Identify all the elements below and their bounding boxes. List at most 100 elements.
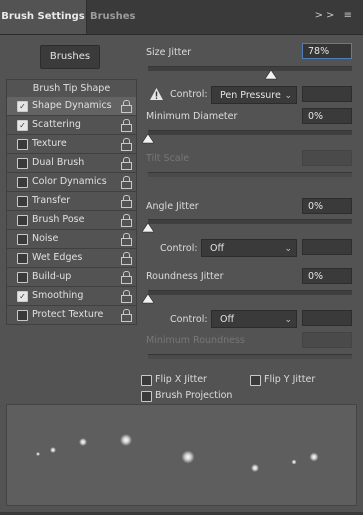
section-checkbox[interactable] xyxy=(17,158,28,169)
control-label-3: Control: xyxy=(170,314,208,325)
lock-icon[interactable] xyxy=(121,138,132,151)
section-label: Wet Edges xyxy=(32,252,83,263)
brush-stroke-preview xyxy=(6,404,357,506)
section-checkbox[interactable] xyxy=(17,234,28,245)
section-label: Noise xyxy=(32,233,59,244)
section-item-texture[interactable]: Texture xyxy=(6,135,137,154)
control-1-extra-field[interactable] xyxy=(302,86,352,102)
lock-icon[interactable] xyxy=(121,119,132,132)
minimum-diameter-input[interactable]: 0% xyxy=(302,108,352,124)
control-select-2-value: Off xyxy=(210,243,225,254)
section-item-noise[interactable]: Noise xyxy=(6,230,137,249)
section-item-shape-dynamics[interactable]: ✓ Shape Dynamics xyxy=(6,97,137,116)
section-label: Dual Brush xyxy=(32,157,85,168)
lock-icon[interactable] xyxy=(121,176,132,189)
roundness-jitter-label: Roundness Jitter xyxy=(146,271,224,282)
angle-jitter-input[interactable]: 0% xyxy=(302,198,352,214)
lock-icon[interactable] xyxy=(121,233,132,246)
tilt-scale-label: Tilt Scale xyxy=(146,153,190,164)
minimum-roundness-label: Minimum Roundness xyxy=(146,335,245,346)
control-3-extra-field[interactable] xyxy=(302,310,352,326)
minimum-roundness-input xyxy=(302,332,352,348)
preview-canvas xyxy=(36,434,319,472)
brush-dot xyxy=(50,447,56,453)
section-checkbox[interactable] xyxy=(17,215,28,226)
section-item-scattering[interactable]: ✓ Scattering xyxy=(6,116,137,135)
panel-controls: >> ≡ xyxy=(315,10,355,21)
lock-icon[interactable] xyxy=(121,195,132,208)
lock-icon[interactable] xyxy=(121,100,132,113)
section-label: Shape Dynamics xyxy=(32,100,112,111)
lock-icon[interactable] xyxy=(121,271,132,284)
brushes-button[interactable]: Brushes xyxy=(40,45,100,69)
control-select-3[interactable]: Off ⌄ xyxy=(211,310,297,328)
size-jitter-input[interactable]: 78% xyxy=(302,43,352,59)
section-label: Protect Texture xyxy=(32,309,104,320)
tab-brushes[interactable]: Brushes xyxy=(90,0,135,34)
section-item-build-up[interactable]: Build-up xyxy=(6,268,137,287)
brush-dot xyxy=(36,452,40,456)
section-item-smoothing[interactable]: ✓ Smoothing xyxy=(6,287,137,306)
roundness-jitter-input[interactable]: 0% xyxy=(302,268,352,284)
lock-icon[interactable] xyxy=(121,252,132,265)
brush-dot xyxy=(181,450,195,464)
section-checkbox[interactable]: ✓ xyxy=(17,101,28,112)
section-item-dual-brush[interactable]: Dual Brush xyxy=(6,154,137,173)
section-label: Build-up xyxy=(32,271,72,282)
menu-icon[interactable]: ≡ xyxy=(344,10,355,21)
control-label-2: Control: xyxy=(160,243,198,254)
section-item-brush-pose[interactable]: Brush Pose xyxy=(6,211,137,230)
brush-projection-label: Brush Projection xyxy=(155,390,233,401)
section-label: Transfer xyxy=(32,195,71,206)
minimum-diameter-label: Minimum Diameter xyxy=(146,111,238,122)
lock-icon[interactable] xyxy=(121,290,132,303)
lock-icon[interactable] xyxy=(121,214,132,227)
roundness-jitter-slider[interactable] xyxy=(148,290,352,295)
tilt-scale-slider xyxy=(148,172,352,177)
section-checkbox[interactable] xyxy=(17,310,28,321)
chevron-down-icon: ⌄ xyxy=(284,244,292,254)
brush-dot xyxy=(251,464,259,472)
section-checkbox[interactable] xyxy=(17,139,28,150)
brush-dot xyxy=(291,459,297,465)
control-select-2[interactable]: Off ⌄ xyxy=(201,239,297,257)
section-checkbox[interactable] xyxy=(17,272,28,283)
flip-x-checkbox[interactable] xyxy=(141,375,152,386)
chevron-down-icon: ⌄ xyxy=(284,315,292,325)
control-label-1: Control: xyxy=(170,89,208,100)
section-checkbox[interactable]: ✓ xyxy=(17,120,28,131)
control-select-1[interactable]: Pen Pressure ⌄ xyxy=(211,86,297,104)
brush-dot xyxy=(120,434,132,446)
section-checkbox[interactable] xyxy=(17,253,28,264)
section-checkbox[interactable] xyxy=(17,196,28,207)
flip-x-label: Flip X Jitter xyxy=(155,374,207,385)
chevron-down-icon: ⌄ xyxy=(284,91,292,101)
section-item-color-dynamics[interactable]: Color Dynamics xyxy=(6,173,137,192)
section-item-protect-texture[interactable]: Protect Texture xyxy=(6,306,137,325)
brush-dot xyxy=(309,452,319,462)
flip-y-checkbox[interactable] xyxy=(250,375,261,386)
tab-brush-settings[interactable]: Brush Settings xyxy=(0,0,87,34)
minimum-roundness-slider xyxy=(148,354,352,359)
angle-jitter-label: Angle Jitter xyxy=(146,201,199,212)
section-label: Scattering xyxy=(32,119,81,130)
control-select-1-value: Pen Pressure xyxy=(220,90,281,101)
lock-icon[interactable] xyxy=(121,309,132,322)
warning-icon xyxy=(150,88,163,101)
section-label: Smoothing xyxy=(32,290,84,301)
expand-icon[interactable]: >> xyxy=(315,10,338,21)
lock-icon[interactable] xyxy=(121,157,132,170)
section-label: Color Dynamics xyxy=(32,176,107,187)
section-checkbox[interactable] xyxy=(17,177,28,188)
angle-jitter-slider[interactable] xyxy=(148,219,352,224)
section-checkbox[interactable]: ✓ xyxy=(17,291,28,302)
control-2-extra-field[interactable] xyxy=(302,239,352,255)
size-jitter-slider[interactable] xyxy=(148,66,352,71)
brush-tip-shape-item[interactable]: Brush Tip Shape xyxy=(6,79,137,98)
control-select-3-value: Off xyxy=(220,314,235,325)
size-jitter-label: Size Jitter xyxy=(146,47,192,58)
minimum-diameter-slider[interactable] xyxy=(148,130,352,135)
brush-projection-checkbox[interactable] xyxy=(141,391,152,402)
section-item-wet-edges[interactable]: Wet Edges xyxy=(6,249,137,268)
section-item-transfer[interactable]: Transfer xyxy=(6,192,137,211)
